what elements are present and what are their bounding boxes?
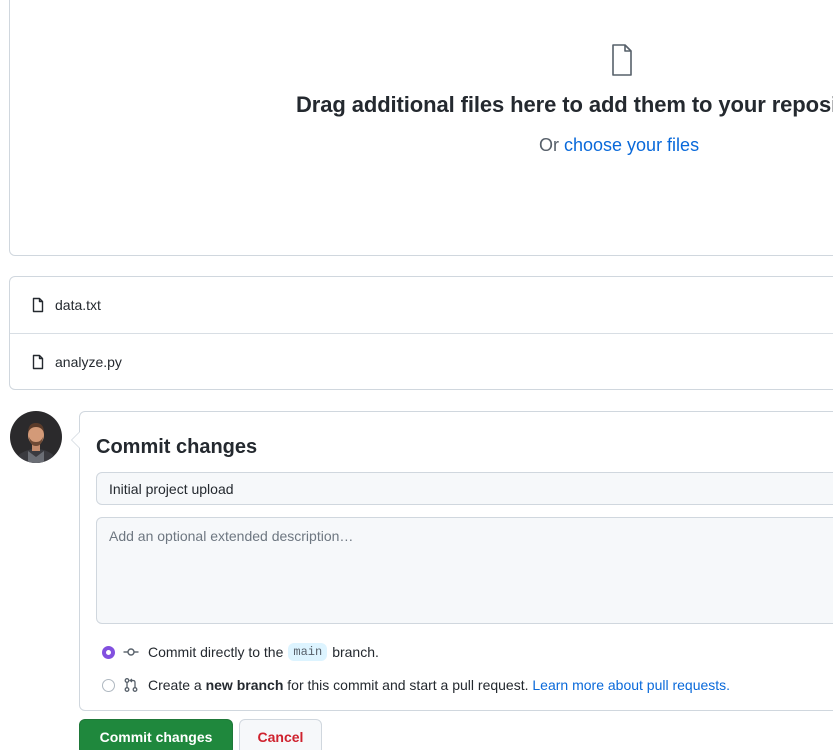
new-branch-bold: new branch [205, 677, 284, 693]
commit-changes-button[interactable]: Commit changes [79, 719, 233, 750]
drop-zone-subtitle: Or choose your files [539, 135, 699, 156]
commit-direct-option[interactable]: Commit directly to the main branch. [102, 643, 379, 661]
git-commit-icon [123, 648, 139, 656]
choose-files-link[interactable]: choose your files [564, 135, 699, 155]
commit-direct-prefix: Commit directly to the [148, 644, 284, 660]
uploaded-files-list: data.txt analyze.py [9, 276, 833, 390]
git-pull-request-icon [124, 678, 138, 692]
file-name: data.txt [55, 297, 101, 313]
commit-description-input[interactable] [96, 517, 833, 624]
commit-form-title: Commit changes [96, 436, 258, 458]
user-avatar-image [10, 411, 62, 463]
drop-zone-title: Drag additional files here to add them t… [296, 92, 833, 117]
new-branch-radio[interactable] [102, 678, 115, 692]
commit-summary-input[interactable] [96, 472, 833, 505]
commit-direct-radio[interactable] [102, 645, 115, 659]
file-row: analyze.py [10, 333, 833, 389]
file-icon [32, 354, 44, 369]
file-row: data.txt [10, 277, 833, 333]
speech-caret-inner [72, 432, 80, 448]
commit-form: Commit changes Commit directly to the ma… [71, 411, 833, 711]
new-branch-option[interactable]: Create a new branch for this commit and … [102, 677, 730, 693]
file-icon [612, 44, 632, 76]
cancel-button[interactable]: Cancel [239, 719, 322, 750]
new-branch-prefix: Create a [148, 677, 202, 693]
upload-page: Drag additional files here to add them t… [0, 0, 833, 750]
drop-zone-subtitle-prefix: Or [539, 135, 564, 155]
avatar[interactable] [10, 411, 62, 463]
branch-name-badge: main [288, 643, 328, 661]
file-name: analyze.py [55, 353, 122, 370]
learn-more-pull-requests-link[interactable]: Learn more about pull requests. [532, 677, 730, 693]
commit-direct-suffix: branch. [332, 644, 379, 660]
file-icon [32, 297, 44, 313]
new-branch-suffix: for this commit and start a pull request… [287, 677, 529, 693]
file-drop-zone[interactable]: Drag additional files here to add them t… [9, 0, 833, 256]
